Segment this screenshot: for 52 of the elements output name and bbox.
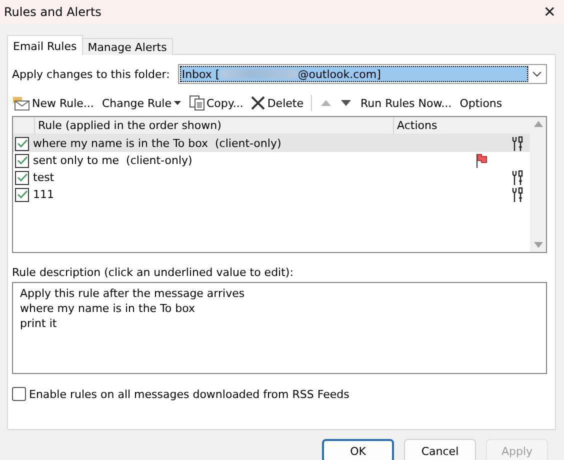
description-line: Apply this rule after the message arrives <box>20 286 246 301</box>
close-button[interactable]: ✕ <box>543 3 556 21</box>
rule-name: sent only to me (client-only) <box>33 154 194 167</box>
new-rule-icon <box>12 95 30 111</box>
copy-button[interactable]: Copy... <box>188 95 244 111</box>
checkbox[interactable] <box>15 154 29 168</box>
checkmark-icon <box>16 190 28 199</box>
flag-icon <box>476 152 488 168</box>
rule-name: where my name is in the To box (client-only) <box>33 137 282 150</box>
checkmark-icon <box>16 173 28 182</box>
rule-row[interactable]: test <box>13 169 530 186</box>
folder-dropdown[interactable]: Inbox [ @outlook.com] <box>178 64 547 84</box>
rule-row[interactable]: sent only to me (client-only) <box>13 152 530 169</box>
checkbox[interactable] <box>15 188 29 202</box>
tools-icon <box>510 170 524 186</box>
description-line: print it <box>20 316 58 331</box>
checkbox[interactable] <box>15 170 29 184</box>
description-line: where my name is in the To box <box>20 301 196 316</box>
delete-button[interactable]: Delete <box>251 96 304 110</box>
move-down-button[interactable] <box>340 99 352 107</box>
checkbox[interactable] <box>15 136 29 150</box>
rule-row[interactable]: 111 <box>13 186 530 203</box>
scrollbar[interactable] <box>530 117 546 252</box>
tools-icon <box>510 186 524 202</box>
tab[interactable]: Manage Alerts <box>82 38 173 55</box>
copy-icon <box>188 95 204 111</box>
move-down-icon <box>340 99 352 107</box>
checkmark-icon <box>16 156 28 165</box>
window-title: Rules and Alerts <box>4 5 102 19</box>
dialog-button[interactable]: OK <box>322 439 394 460</box>
options-button[interactable]: Options <box>460 96 502 110</box>
rss-checkbox-label: Enable rules on all messages downloaded from RSS Feeds <box>29 388 350 400</box>
dialog-button[interactable]: Cancel <box>404 439 476 460</box>
run-rules-button[interactable]: Run Rules Now... <box>360 96 452 110</box>
checkmark-icon <box>16 139 28 148</box>
move-up-icon <box>320 99 332 107</box>
scroll-up-icon <box>534 121 542 127</box>
scroll-down-icon <box>534 242 542 248</box>
delete-icon <box>251 96 266 110</box>
chevron-down-icon <box>532 71 542 77</box>
tools-icon <box>510 136 524 152</box>
rule-name: test <box>33 171 56 184</box>
tab[interactable]: Email Rules <box>7 35 83 55</box>
rule-row[interactable]: where my name is in the To box (client-only) <box>13 135 530 152</box>
checkbox[interactable] <box>12 387 26 401</box>
folder-label: Apply changes to this folder: <box>12 68 170 80</box>
rule-name: 111 <box>33 188 55 201</box>
description-label: Rule description (click an underlined value to edit): <box>12 266 294 279</box>
column-header: Rule (applied in the order shown) <box>34 117 393 134</box>
caret-icon <box>174 101 180 105</box>
new-rule-button[interactable]: New Rule... <box>12 95 94 111</box>
change-rule-button[interactable]: Change Rule <box>102 96 180 110</box>
